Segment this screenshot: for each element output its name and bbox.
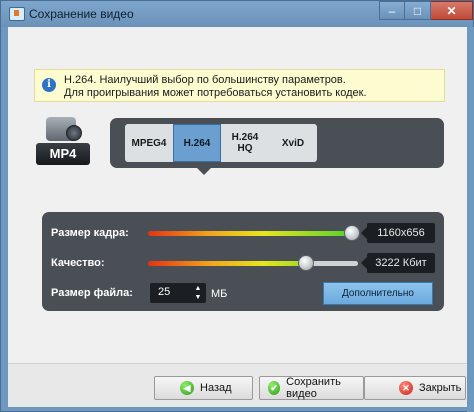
close-button[interactable]: ✕ Закрыть <box>364 376 466 400</box>
minimize-button[interactable]: – <box>379 1 405 20</box>
quality-label: Качество: <box>51 257 105 269</box>
window-title: Сохранение видео <box>29 7 134 21</box>
format-label: MP4 <box>36 143 90 165</box>
codec-tabs: MPEG4 H.264 H.264 HQ XviD <box>125 124 317 162</box>
info-banner: i H.264. Наилучший выбор по большинству … <box>34 69 445 102</box>
codec-tab-h264-hq[interactable]: H.264 HQ <box>221 124 269 162</box>
save-video-button[interactable]: ✔ Сохранить видео <box>259 376 364 400</box>
frame-size-slider[interactable] <box>148 231 358 236</box>
settings-panel: Размер кадра: 1160x656 Качество: 3222 Кб… <box>42 212 444 311</box>
frame-size-slider-handle[interactable] <box>343 225 360 241</box>
info-icon: i <box>42 78 56 92</box>
frame-size-value: 1160x656 <box>367 223 435 243</box>
format-icon[interactable]: MP4 <box>36 115 90 167</box>
close-x-icon: ✕ <box>399 381 413 395</box>
codec-selector: MPEG4 H.264 H.264 HQ XviD <box>110 118 444 168</box>
codec-tab-h264[interactable]: H.264 <box>173 124 221 162</box>
dialog-content: i H.264. Наилучший выбор по большинству … <box>8 27 467 407</box>
codec-tab-mpeg4[interactable]: MPEG4 <box>125 124 173 162</box>
info-text-line-2: Для проигрывания может потребоваться уст… <box>64 87 367 99</box>
dialog-footer: ◀ Назад ✔ Сохранить видео ✕ Закрыть <box>8 363 467 407</box>
back-arrow-icon: ◀ <box>180 381 194 395</box>
file-size-stepper[interactable]: 25 ▲ ▼ <box>150 283 206 303</box>
close-button-label: Закрыть <box>419 382 462 394</box>
info-text-line-1: H.264. Наилучший выбор по большинству па… <box>64 74 346 86</box>
maximize-button[interactable]: □ <box>405 1 431 20</box>
back-button[interactable]: ◀ Назад <box>154 376 253 400</box>
codec-tab-xvid[interactable]: XviD <box>269 124 317 162</box>
codec-pointer <box>196 167 212 175</box>
save-video-button-label: Сохранить видео <box>286 376 341 400</box>
check-icon: ✔ <box>268 381 281 395</box>
file-size-unit: МБ <box>211 288 228 300</box>
file-size-label: Размер файла: <box>51 287 133 299</box>
stepper-up-icon[interactable]: ▲ <box>194 284 202 293</box>
stepper-down-icon[interactable]: ▼ <box>194 293 202 302</box>
window-close-button[interactable]: ✕ <box>431 1 473 20</box>
file-size-value: 25 <box>158 286 171 298</box>
stepper-arrows: ▲ ▼ <box>194 284 202 302</box>
title-bar[interactable]: Сохранение видео – □ ✕ <box>1 1 473 27</box>
camcorder-icon <box>46 117 82 141</box>
quality-slider[interactable] <box>148 261 358 266</box>
save-video-window: Сохранение видео – □ ✕ i H.264. Наилучши… <box>0 0 474 412</box>
back-button-label: Назад <box>200 382 232 394</box>
frame-size-label: Размер кадра: <box>51 227 129 239</box>
advanced-button[interactable]: Дополнительно <box>323 282 433 305</box>
camera-lens <box>66 125 82 141</box>
app-icon <box>9 7 25 21</box>
window-frame-right <box>467 27 474 412</box>
quality-value: 3222 Кбит <box>367 253 435 273</box>
quality-slider-handle[interactable] <box>297 255 314 271</box>
